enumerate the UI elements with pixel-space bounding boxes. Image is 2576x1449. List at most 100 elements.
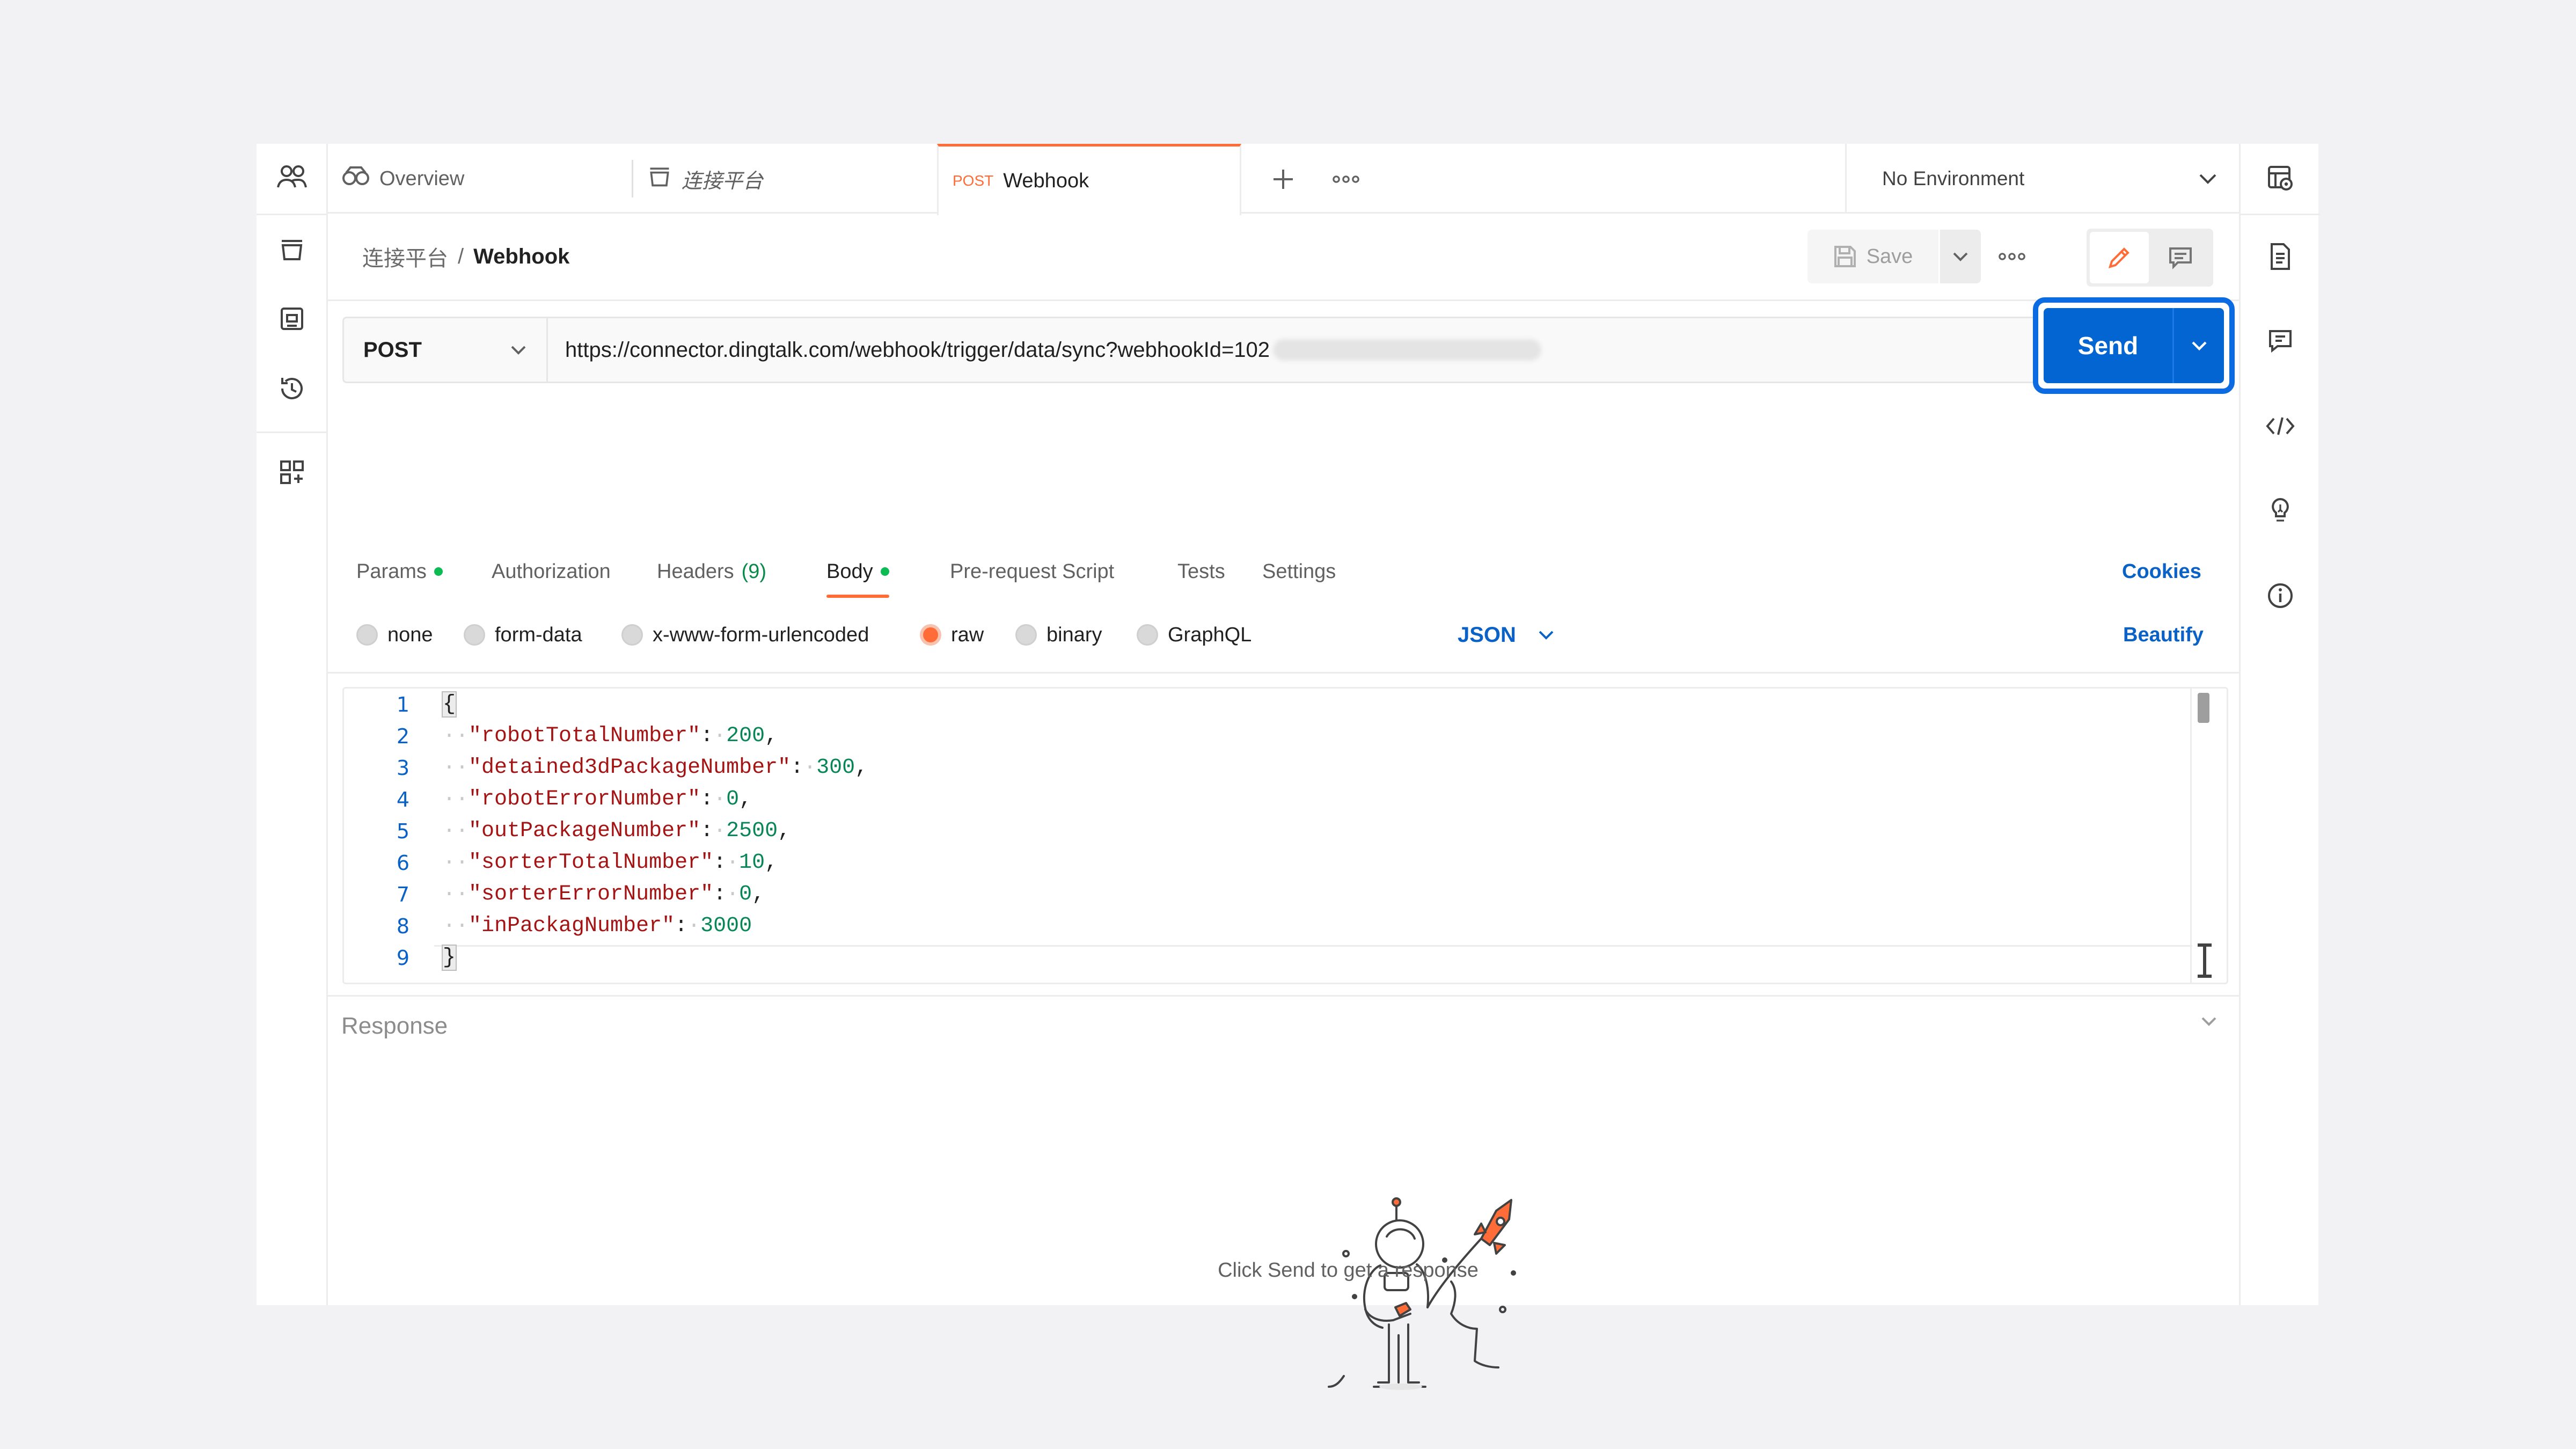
code-snippet-icon[interactable]: [2264, 410, 2296, 442]
tab-bar: Overview 连接平台 POST Webhook No Environmen…: [328, 144, 2239, 215]
team-icon[interactable]: [276, 161, 308, 193]
tab-label: Overview: [379, 167, 465, 190]
url-redacted: [1273, 339, 1542, 361]
tab-webhook[interactable]: POST Webhook: [937, 144, 1241, 215]
overview-icon: [342, 165, 370, 192]
line-number: 3: [396, 756, 409, 780]
history-icon[interactable]: [276, 372, 308, 405]
send-button-group: Send: [2044, 308, 2224, 383]
method-select[interactable]: POST: [344, 318, 548, 382]
tab-label: Params: [356, 560, 427, 583]
json-key: "inPackagNumber": [469, 914, 675, 938]
tab-label: Body: [826, 560, 873, 583]
info-icon[interactable]: [2264, 580, 2296, 612]
chevron-down-icon: [1953, 252, 1968, 261]
chevron-down-icon: [511, 346, 526, 355]
sidebar-divider: [257, 431, 328, 433]
tab-overview[interactable]: Overview: [328, 144, 631, 214]
tab-body[interactable]: Body: [826, 553, 889, 598]
body-editor[interactable]: 1 { 2 ··"robotTotalNumber":·200, 3 ··"de…: [342, 687, 2228, 984]
comment-icon: [2169, 247, 2192, 269]
sidebar-divider: [257, 214, 328, 215]
tab-params[interactable]: Params: [356, 553, 443, 590]
code-line: 7 ··"sorterErrorNumber":·0,: [344, 879, 765, 910]
tab-label: Pre-request Script: [950, 560, 1115, 583]
url-text: https://connector.dingtalk.com/webhook/t…: [565, 338, 1270, 362]
body-type-graphql[interactable]: GraphQL: [1137, 616, 1252, 654]
body-type-urlencoded[interactable]: x-www-form-urlencoded: [621, 616, 869, 654]
json-value: 300: [816, 756, 855, 780]
lightbulb-icon[interactable]: [2264, 495, 2296, 527]
environment-selector[interactable]: No Environment: [1845, 144, 2239, 214]
url-input[interactable]: https://connector.dingtalk.com/webhook/t…: [548, 318, 2037, 382]
tab-label: Tests: [1177, 560, 1225, 583]
json-value: 200: [726, 724, 765, 748]
comments-icon[interactable]: [2264, 325, 2296, 357]
more-icon: [1333, 175, 1359, 183]
send-dropdown-button[interactable]: [2174, 340, 2224, 351]
line-number: 1: [396, 692, 409, 716]
tab-label: Webhook: [1003, 169, 1089, 192]
request-options-button[interactable]: [1993, 240, 2031, 273]
tab-collection[interactable]: 连接平台: [633, 144, 934, 214]
json-key: "robotTotalNumber": [469, 724, 701, 748]
tab-label: Settings: [1262, 560, 1336, 583]
body-type-raw[interactable]: raw: [920, 616, 984, 654]
collections-icon[interactable]: [276, 233, 308, 265]
json-value: 3000: [700, 914, 752, 938]
tab-settings[interactable]: Settings: [1262, 553, 1336, 590]
body-type-form-data[interactable]: form-data: [464, 616, 582, 654]
breadcrumb-parent[interactable]: 连接平台: [362, 241, 448, 272]
code-line: 4 ··"robotErrorNumber":·0,: [344, 784, 752, 815]
environments-icon[interactable]: [276, 303, 308, 335]
save-label: Save: [1866, 245, 1913, 268]
save-dropdown-button[interactable]: [1940, 230, 1981, 283]
add-workspace-icon[interactable]: [276, 456, 308, 488]
new-tab-button[interactable]: [1267, 163, 1299, 195]
code-line: 9 }: [344, 942, 457, 974]
chevron-down-icon: [2191, 341, 2207, 351]
tab-pre-request-script[interactable]: Pre-request Script: [950, 553, 1114, 590]
breadcrumb-current[interactable]: Webhook: [473, 245, 569, 269]
tab-method-badge: POST: [953, 172, 994, 189]
cookies-link[interactable]: Cookies: [2122, 560, 2201, 583]
tab-tests[interactable]: Tests: [1177, 553, 1225, 590]
empty-response-hint: Click Send to get a response: [1218, 1259, 1479, 1282]
save-button[interactable]: Save: [1807, 230, 1938, 283]
save-icon: [1834, 246, 1856, 267]
editor-scrollbar[interactable]: [2198, 693, 2209, 723]
environment-quick-look-icon[interactable]: [2264, 162, 2296, 194]
option-label: none: [387, 623, 433, 646]
edit-mode-button[interactable]: [2090, 232, 2149, 283]
language-select[interactable]: JSON: [1458, 616, 1555, 654]
postman-app: Overview 连接平台 POST Webhook No Environmen…: [257, 144, 2320, 1390]
documentation-icon[interactable]: [2264, 240, 2296, 273]
radio-button: [1137, 624, 1158, 646]
json-key: "outPackageNumber": [469, 819, 701, 843]
code-line: 1 {: [344, 689, 457, 720]
url-bar: POST https://connector.dingtalk.com/webh…: [342, 317, 2038, 383]
active-tab-underline: [826, 595, 889, 598]
tab-headers[interactable]: Headers (9): [657, 553, 766, 590]
beautify-link[interactable]: Beautify: [2123, 624, 2204, 647]
body-type-none[interactable]: none: [356, 616, 433, 654]
more-icon: [1999, 253, 2025, 260]
option-label: x-www-form-urlencoded: [653, 623, 869, 646]
send-button[interactable]: Send: [2044, 331, 2172, 360]
json-value: 2500: [726, 819, 778, 843]
chevron-down-icon: [1539, 631, 1554, 640]
comment-mode-button[interactable]: [2151, 232, 2210, 283]
tab-authorization[interactable]: Authorization: [492, 553, 611, 590]
line-number: 2: [396, 724, 409, 748]
body-type-binary[interactable]: binary: [1015, 616, 1102, 654]
breadcrumb-separator: /: [458, 244, 464, 268]
json-key: "sorterTotalNumber": [469, 851, 714, 875]
response-title[interactable]: Response: [341, 1013, 448, 1040]
code-line: 5 ··"outPackageNumber":·2500,: [344, 815, 791, 847]
options-divider: [328, 672, 2239, 674]
line-number: 6: [396, 851, 409, 875]
chevron-down-icon[interactable]: [2200, 1016, 2218, 1027]
tab-options-button[interactable]: [1327, 163, 1365, 195]
tab-label: Headers: [657, 560, 734, 583]
environment-label: No Environment: [1882, 167, 2025, 189]
